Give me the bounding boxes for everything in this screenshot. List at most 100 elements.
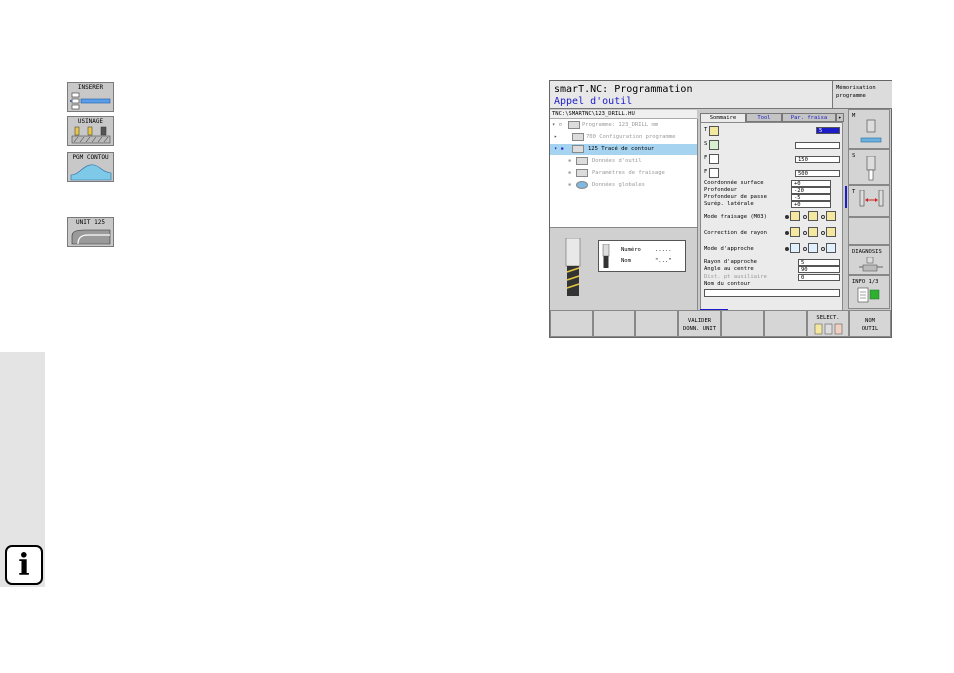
form-scrollbar[interactable] (845, 186, 847, 208)
operating-mode-box[interactable]: Mémorisation programme (832, 81, 892, 109)
softkey-bottom-3[interactable] (635, 310, 678, 337)
softkey-t-label: T (852, 189, 856, 195)
softkey-bottom-6[interactable] (764, 310, 807, 337)
rr-radio[interactable] (803, 231, 807, 235)
approach-arc-icon[interactable] (790, 243, 800, 253)
up-cut-radio[interactable] (803, 215, 807, 219)
field-label: Profondeur de passe (704, 194, 767, 200)
machining-softkey[interactable]: USINAGE (67, 116, 114, 146)
radius-comp-left-icon[interactable] (790, 227, 800, 237)
depth-field[interactable]: -20 (791, 187, 831, 194)
tree-item-tool-data[interactable]: ▪ Données d'outil (550, 156, 697, 167)
tool-name-label: Nom (621, 258, 631, 264)
tool-name-line1: NOM (865, 318, 875, 324)
machining-softkey-label: USINAGE (77, 118, 104, 125)
plunge-depth-field[interactable]: -5 (791, 194, 831, 201)
softkey-bottom-2[interactable] (593, 310, 635, 337)
contour-name-label: Nom du contour (704, 281, 751, 287)
softkey-info[interactable]: INFO 1/3 (848, 275, 890, 309)
tab-sommaire[interactable]: Sommaire (700, 113, 746, 122)
select-label: SELECT. (816, 315, 840, 321)
climb-radio[interactable] (785, 215, 789, 219)
radius-comp-right-icon[interactable] (808, 227, 818, 237)
field-label: Surép. latérale (704, 201, 754, 207)
softkey-diagnosis[interactable]: DIAGNOSIS (848, 245, 890, 275)
tree-item-contour-train[interactable]: ▾ ▪ 125 Tracé de contour (550, 144, 697, 155)
help-graphic-panel: Numéro ..... Nom "..." (550, 227, 698, 312)
diagnosis-icon (859, 257, 883, 272)
approach-radius-field[interactable]: 5 (798, 259, 840, 266)
milling-feed-icon (709, 168, 719, 178)
softkey-bottom-5[interactable] (721, 310, 764, 337)
validate-unit-data-button[interactable]: VALIDER DONN. UNIT (678, 310, 721, 337)
approach-straight-radio[interactable] (803, 247, 807, 251)
program-file-icon (568, 121, 580, 129)
center-angle-field[interactable]: 90 (798, 266, 840, 273)
climb-milling-icon[interactable] (790, 211, 800, 221)
surface-coord-field[interactable]: +0 (791, 180, 831, 187)
tree-item-label: Paramètres de fraisage (592, 170, 665, 176)
info-page-icon (857, 287, 880, 303)
radius-comp-none-icon[interactable] (826, 227, 836, 237)
unit-form: T 5 S F 150 F 500 Coordonnée surface +0 … (700, 122, 843, 312)
small-tool-icon (602, 244, 610, 268)
tab-tool[interactable]: Tool (746, 113, 782, 122)
side-allowance-field[interactable]: +0 (791, 201, 831, 208)
feed-f-key: F (704, 155, 708, 161)
milling-feed-field[interactable]: 500 (795, 170, 840, 177)
approach-perp-radio[interactable] (821, 247, 825, 251)
config-unit-icon (572, 133, 584, 141)
tool-select-icons (814, 323, 843, 335)
contour-unit-icon (572, 145, 584, 153)
softkey-m-functions[interactable]: M (848, 109, 890, 149)
approach-mode-label: Mode d'approche (704, 246, 754, 252)
unit-125-softkey[interactable]: UNIT 125 (67, 217, 114, 247)
tree-item-program[interactable]: ▾ ▫ Programme: 123_DRILL mm (550, 120, 697, 131)
tree-item-global-data[interactable]: ▪ Données globales (550, 180, 697, 191)
softkey-s-spindle[interactable]: S (848, 149, 890, 185)
rl-radio[interactable] (785, 231, 789, 235)
insert-softkey[interactable]: INSERER (67, 82, 114, 112)
milling-mode-label: Mode fraisage (M03) (704, 214, 767, 220)
tree-marker: ▾ ▫ (552, 122, 562, 128)
tree-item-label: 125 Tracé de contour (588, 146, 655, 152)
milling-params-icon (576, 169, 588, 177)
approach-radius-label: Rayon d'approche (704, 259, 757, 265)
select-tool-button[interactable]: SELECT. (807, 310, 849, 337)
tool-name-line2: OUTIL (861, 326, 879, 332)
approach-straight-icon[interactable] (808, 243, 818, 253)
contour-program-icon (70, 164, 112, 181)
tool-name-button[interactable]: NOM OUTIL (849, 310, 891, 337)
tree-item-label: Programme: 123_DRILL mm (582, 122, 659, 128)
contour-name-field[interactable] (704, 289, 840, 297)
pgm-contour-softkey-label: PGM CONTOU (72, 154, 109, 161)
globe-icon (576, 181, 588, 189)
app-subtitle: Appel d'outil (554, 96, 633, 107)
pgm-contour-softkey[interactable]: PGM CONTOU (67, 152, 114, 182)
title-bar: smarT.NC: Programmation Appel d'outil (550, 81, 832, 109)
tab-scroll-right-icon[interactable]: ▸ (836, 113, 844, 122)
spindle-speed-field[interactable] (795, 142, 840, 149)
softkey-diagnosis-label: DIAGNOSIS (852, 249, 882, 255)
r0-radio[interactable] (821, 231, 825, 235)
plunge-feed-field[interactable]: 150 (795, 156, 840, 163)
tree-marker: ▸ (554, 134, 558, 140)
tool-number-field[interactable]: 5 (816, 127, 840, 134)
approach-perpendicular-icon[interactable] (826, 243, 836, 253)
tree-marker: ▪ (568, 170, 572, 176)
tree-marker: ▾ ▪ (554, 146, 564, 152)
up-cut-milling-icon[interactable] (808, 211, 818, 221)
field-label: Coordonnée surface (704, 180, 764, 186)
program-tree[interactable]: ▾ ▫ Programme: 123_DRILL mm ▸ 700 Config… (550, 119, 698, 227)
tree-item-milling-params[interactable]: ▪ Paramètres de fraisage (550, 168, 697, 179)
softkey-empty-right[interactable] (848, 217, 890, 245)
aux-point-dist-field[interactable]: 0 (798, 274, 840, 281)
tab-par-fraisa[interactable]: Par. fraisa (782, 113, 836, 122)
approach-arc-radio[interactable] (785, 247, 789, 251)
m03-radio[interactable] (821, 215, 825, 219)
softkey-t-tool[interactable]: T (848, 185, 890, 217)
m03-milling-icon[interactable] (826, 211, 836, 221)
tree-item-config[interactable]: ▸ 700 Configuration programme (550, 132, 697, 143)
tree-marker: ▪ (568, 158, 572, 164)
softkey-bottom-1[interactable] (550, 310, 593, 337)
